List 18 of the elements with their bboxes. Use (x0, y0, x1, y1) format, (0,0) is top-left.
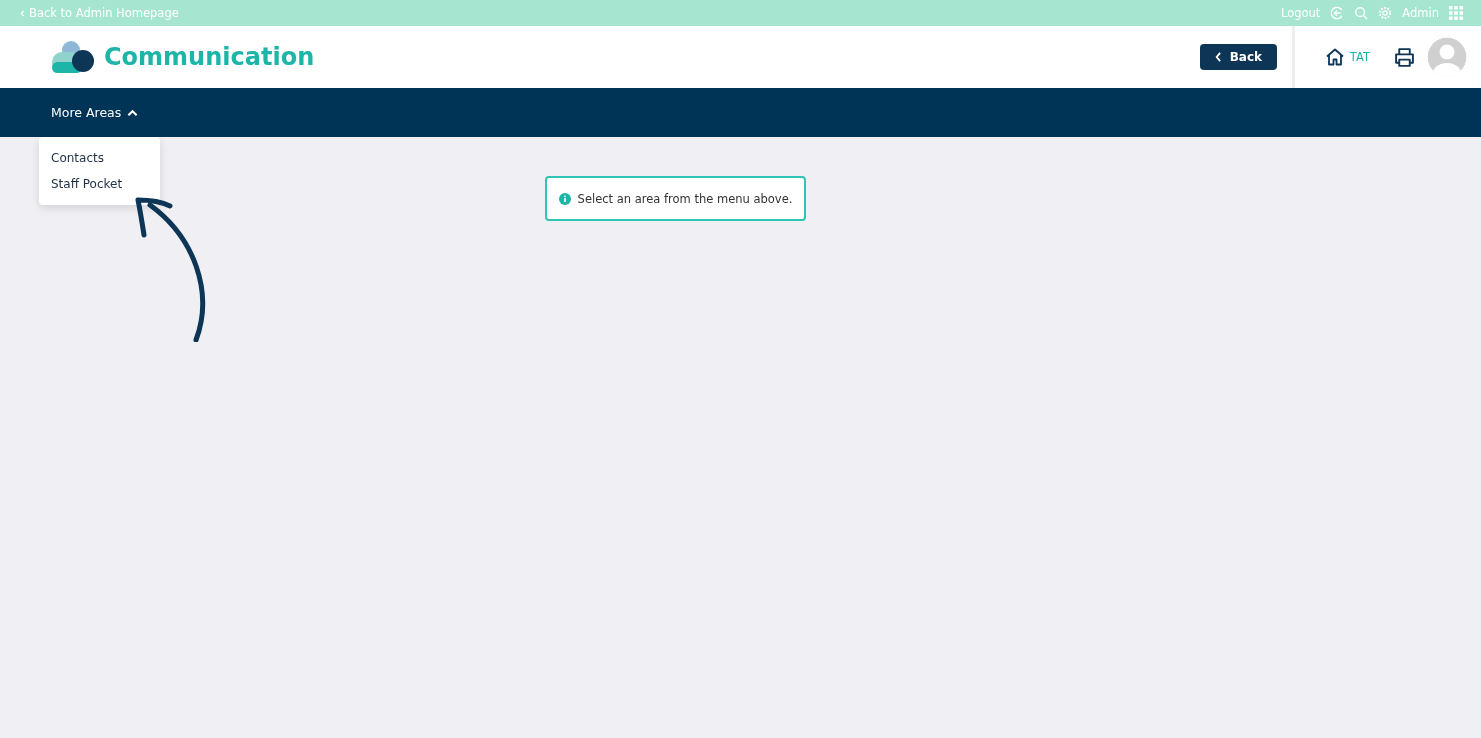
home-icon (1324, 47, 1345, 67)
avatar-icon[interactable] (1427, 37, 1467, 77)
more-areas-menu[interactable]: More Areas (51, 105, 139, 120)
notice-text: Select an area from the menu above. (577, 191, 793, 206)
info-icon (558, 192, 571, 205)
settings-icon[interactable] (1378, 6, 1393, 20)
logout-icon[interactable] (1330, 6, 1345, 20)
menu-item[interactable]: Contacts (39, 145, 160, 171)
caret-up-icon (127, 108, 139, 117)
printer-icon[interactable] (1394, 46, 1415, 68)
chevron-left-icon (1214, 52, 1222, 62)
apps-grid-icon[interactable] (1449, 6, 1463, 20)
logo-icon (51, 40, 95, 74)
back-button[interactable]: Back (1199, 44, 1277, 70)
app-title: Communication (104, 43, 315, 71)
search-icon[interactable] (1354, 6, 1369, 20)
chevron-left-icon (20, 9, 25, 17)
menu-item[interactable]: Staff Pocket (39, 171, 160, 197)
